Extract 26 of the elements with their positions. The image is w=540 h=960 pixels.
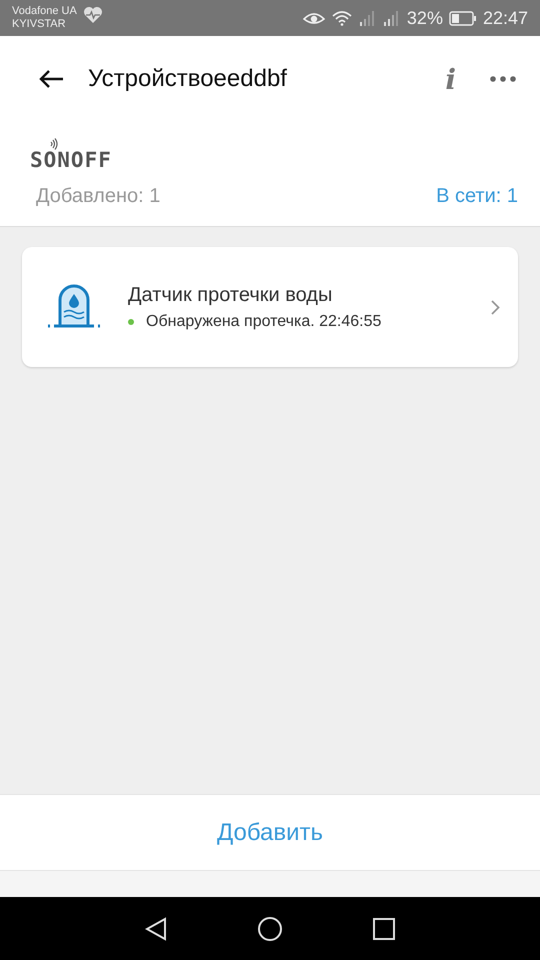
chevron-right-icon [491,300,500,314]
eye-icon [302,11,325,25]
add-button[interactable]: Добавить [206,812,334,852]
home-nav-icon[interactable] [257,916,283,942]
signal-waves-icon [50,138,58,150]
signal-icon [358,10,377,26]
brand-logo: SONOFF [30,148,112,172]
device-name: Датчик протечки воды [128,284,334,306]
heart-icon [82,6,103,24]
carrier-name: Vodafone UA [12,5,77,18]
battery-percent: 32% [406,8,443,28]
carrier-name: KYIVSTAR [12,18,67,31]
recents-nav-icon[interactable] [373,918,395,940]
device-card[interactable]: Датчик протечки воды Обнаружена протечка. 22:46:55 [22,247,518,367]
added-count: Добавлено: 1 [36,184,160,208]
battery-icon [448,10,477,26]
back-arrow-icon[interactable] [38,69,64,89]
online-count: В сети: 1 [436,184,518,208]
info-button[interactable]: i [445,62,456,96]
wifi-icon [330,10,353,26]
back-nav-icon[interactable] [145,916,167,940]
signal-icon [382,10,401,26]
more-icon[interactable] [490,76,516,82]
clock: 22:47 [482,8,528,28]
page-title: Устройствоeeddbf [88,65,288,93]
device-status: Обнаружена протечка. 22:46:55 [146,312,382,330]
